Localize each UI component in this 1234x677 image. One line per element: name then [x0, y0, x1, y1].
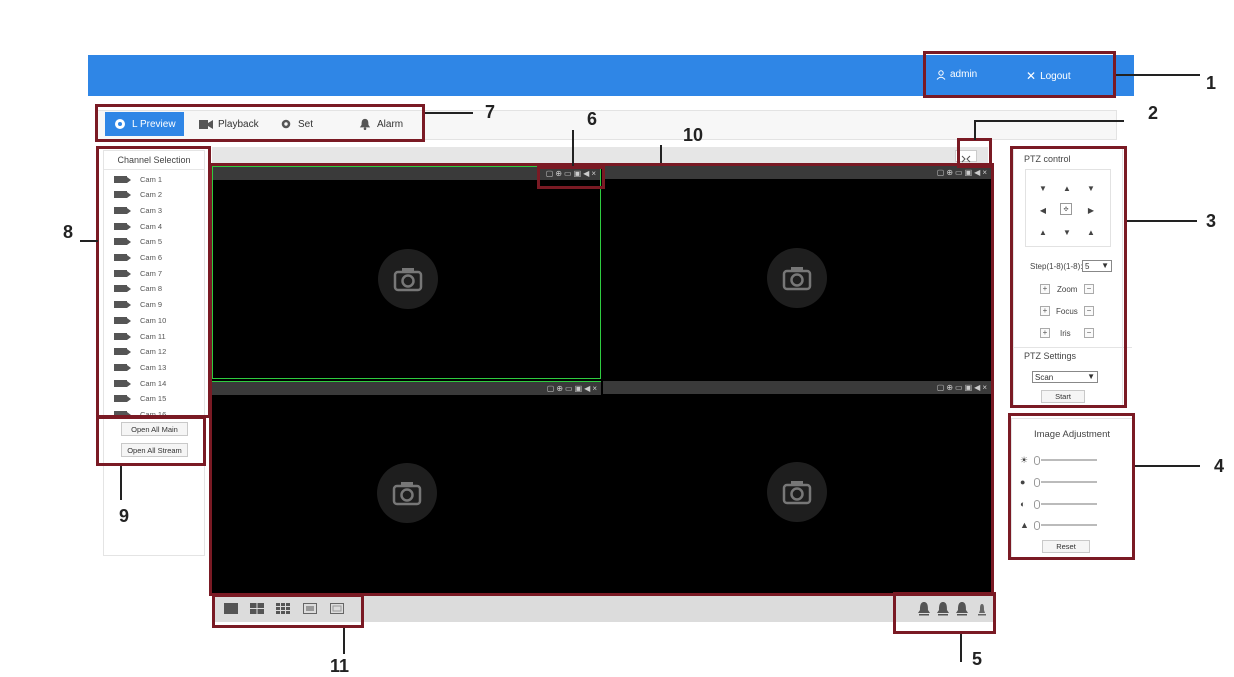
leader-line-1 [1116, 74, 1200, 76]
leader-line-5 [960, 634, 962, 662]
highlight-layout-buttons [212, 594, 364, 628]
highlight-channel-list [96, 146, 211, 418]
callout-2: 2 [1148, 103, 1159, 123]
highlight-alarm-bells [893, 592, 996, 634]
leader-line-2b [974, 120, 976, 140]
callout-11: 11 [330, 656, 350, 676]
callout-1: 1 [1206, 73, 1217, 93]
leader-line-10 [660, 145, 662, 163]
highlight-user-area [923, 51, 1116, 98]
callout-4: 4 [1214, 456, 1225, 476]
leader-line-3 [1127, 220, 1197, 222]
callout-9: 9 [119, 506, 130, 526]
leader-line-2 [974, 120, 1124, 122]
leader-line-8 [80, 240, 98, 242]
highlight-image-adjustment [1008, 413, 1135, 560]
leader-line-11 [343, 628, 345, 654]
callout-10: 10 [683, 125, 704, 145]
highlight-nav [95, 104, 425, 142]
leader-line-6 [572, 130, 574, 166]
callout-6: 6 [587, 109, 598, 129]
leader-line-4 [1135, 465, 1200, 467]
highlight-open-all-buttons [96, 416, 206, 466]
leader-line-9 [120, 466, 122, 500]
callout-7: 7 [485, 102, 496, 122]
callout-3: 3 [1206, 211, 1217, 231]
callout-5: 5 [972, 649, 983, 669]
highlight-ptz [1010, 146, 1127, 408]
leader-line-7 [425, 112, 473, 114]
callout-8: 8 [63, 222, 74, 242]
highlight-video-grid [209, 163, 994, 596]
